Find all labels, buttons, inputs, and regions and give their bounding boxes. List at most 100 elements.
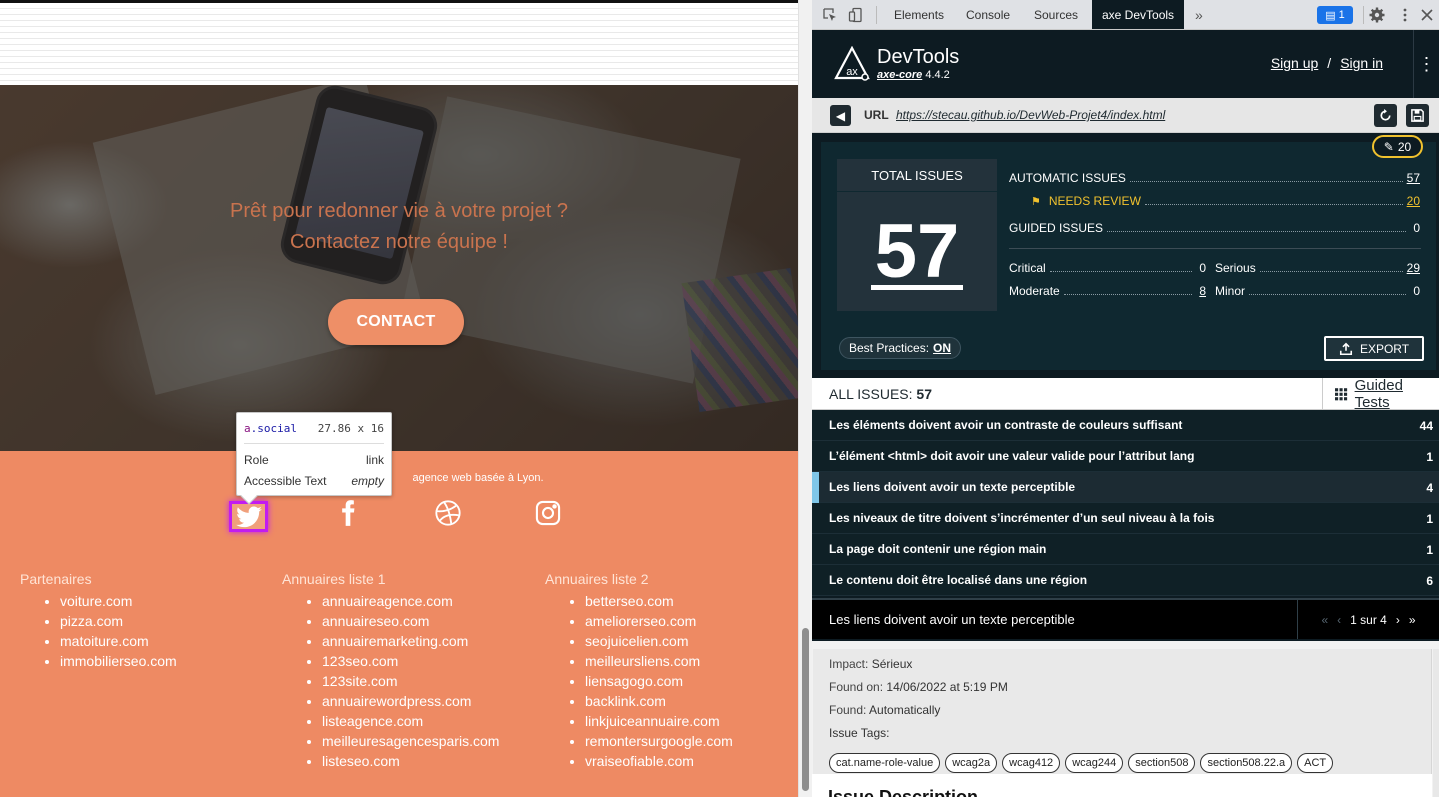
guided-tests-label: Guided Tests [1354, 377, 1403, 411]
contact-button[interactable]: CONTACT [328, 299, 464, 345]
footer-link[interactable]: 123seo.com [322, 651, 499, 671]
scrollbar-thumb[interactable] [802, 628, 809, 791]
footer-link[interactable]: listeagence.com [322, 711, 499, 731]
serious-count[interactable]: 29 [1407, 261, 1420, 275]
footer-link[interactable]: 123site.com [322, 671, 499, 691]
minor-count: 0 [1413, 284, 1420, 298]
issue-label: Le contenu doit être localisé dans une r… [829, 573, 1088, 587]
hero-tagline-line1: Prêt pour redonner vie à votre projet ? [230, 200, 568, 222]
page-header-area [0, 3, 798, 85]
footer-column-annuaires-2: Annuaires liste 2 betterseo.com ameliore… [545, 571, 733, 771]
needs-review-label: NEEDS REVIEW [1048, 194, 1141, 208]
issues-summary: ✎ 20 TOTAL ISSUES 57 AUTOMATIC ISSUES 57 ⚑… [821, 135, 1436, 370]
impact-label: Impact: [829, 657, 869, 671]
hero-overlay [0, 85, 798, 451]
rescan-icon[interactable] [1374, 104, 1397, 127]
axe-version: 4.4.2 [925, 69, 950, 81]
footer-link[interactable]: remontersurgoogle.com [585, 731, 733, 751]
needs-review-pill[interactable]: ✎ 20 [1372, 135, 1423, 158]
tab-sources[interactable]: Sources [1024, 0, 1088, 29]
needs-review-count[interactable]: 20 [1407, 194, 1420, 208]
footer-link[interactable]: annuaireseo.com [322, 611, 499, 631]
issue-label: Les éléments doivent avoir un contraste … [829, 418, 1183, 432]
footer-link[interactable]: meilleursliens.com [585, 651, 733, 671]
sign-in-link[interactable]: Sign in [1340, 55, 1383, 71]
issues-badge[interactable]: ▤ 1 [1317, 6, 1353, 24]
issue-label: La page doit contenir une région main [829, 542, 1047, 556]
leader-dots [1063, 286, 1192, 295]
footer-link[interactable]: immobilierseo.com [60, 651, 177, 671]
issue-tag: cat.name-role-value [829, 753, 941, 773]
tooltip-class: .social [250, 422, 297, 435]
twitter-icon[interactable] [229, 501, 268, 532]
footer-link[interactable]: linkjuiceannuaire.com [585, 711, 733, 731]
footer-link[interactable]: liensagogo.com [585, 671, 733, 691]
issue-row[interactable]: Les éléments doivent avoir un contraste … [812, 410, 1439, 441]
facebook-icon[interactable] [331, 497, 365, 529]
found-on-value: 14/06/2022 at 5:19 PM [886, 680, 1008, 694]
more-tabs-button[interactable]: » [1185, 0, 1213, 29]
page-scrollbar[interactable] [798, 0, 812, 797]
tab-axe-devtools[interactable]: axe DevTools [1092, 0, 1185, 29]
footer-link[interactable]: ameliorerseo.com [585, 611, 733, 631]
tooltip-text-value: empty [351, 474, 384, 488]
found-on-field: Found on: 14/06/2022 at 5:19 PM [829, 680, 1008, 694]
footer-link[interactable]: vraiseofiable.com [585, 751, 733, 771]
dribbble-icon[interactable] [431, 497, 465, 529]
footer-link[interactable]: meilleuresagencesparis.com [322, 731, 499, 751]
footer-column-title: Annuaires liste 2 [545, 571, 649, 587]
footer-link[interactable]: voiture.com [60, 591, 177, 611]
all-issues-title: ALL ISSUES: 57 [829, 386, 932, 402]
issue-row-selected[interactable]: Les liens doivent avoir un texte percept… [812, 472, 1439, 503]
leader-dots [1259, 263, 1403, 272]
serious-row: Serious 29 [1215, 261, 1420, 275]
footer-link[interactable]: annuairemarketing.com [322, 631, 499, 651]
total-issues-label: TOTAL ISSUES [837, 159, 997, 192]
footer-link[interactable]: backlink.com [585, 691, 733, 711]
next-page-icon[interactable]: › [1396, 613, 1400, 627]
guided-tests-button[interactable]: Guided Tests [1322, 377, 1439, 411]
axe-menu-icon[interactable]: ⋮ [1413, 30, 1439, 98]
inspect-element-icon[interactable] [822, 7, 838, 23]
footer-link[interactable]: seojuicelien.com [585, 631, 733, 651]
first-page-icon[interactable]: « [1321, 613, 1328, 627]
web-page: Prêt pour redonner vie à votre projet ? … [0, 0, 812, 797]
upload-icon [1339, 342, 1352, 355]
footer-link[interactable]: betterseo.com [585, 591, 733, 611]
issue-count: 1 [1426, 543, 1433, 557]
automatic-issues-count[interactable]: 57 [1407, 171, 1420, 185]
hero-tagline-line2: Contactez notre équipe ! [290, 231, 508, 253]
footer-link[interactable]: listeseo.com [322, 751, 499, 771]
sign-up-link[interactable]: Sign up [1271, 55, 1318, 71]
issue-row[interactable]: Le contenu doit être localisé dans une r… [812, 565, 1439, 596]
footer-link[interactable]: annuaireagence.com [322, 591, 499, 611]
found-value: Automatically [869, 703, 941, 717]
save-icon[interactable] [1406, 104, 1429, 127]
issue-row[interactable]: L’élément <html> doit avoir une valeur v… [812, 441, 1439, 472]
issue-label: L’élément <html> doit avoir une valeur v… [829, 449, 1195, 463]
kebab-menu-icon[interactable] [1397, 7, 1413, 23]
tab-elements[interactable]: Elements [884, 0, 954, 29]
details-scrollbar[interactable] [1433, 649, 1439, 797]
device-toolbar-icon[interactable] [848, 7, 864, 23]
footer-link[interactable]: matoiture.com [60, 631, 177, 651]
back-icon[interactable]: ◀ [830, 105, 851, 126]
instagram-icon[interactable] [531, 497, 565, 529]
all-issues-count: 57 [916, 386, 932, 402]
footer-link[interactable]: annuairewordpress.com [322, 691, 499, 711]
screen: { "page": { "hero": { "tagline_line1": "… [0, 0, 1439, 797]
url-link[interactable]: https://stecau.github.io/DevWeb-Projet4/… [896, 108, 1165, 122]
close-icon[interactable] [1419, 7, 1435, 23]
moderate-count[interactable]: 8 [1196, 284, 1206, 298]
gear-icon[interactable] [1369, 7, 1385, 23]
export-button[interactable]: EXPORT [1324, 336, 1424, 361]
issue-tag: ACT [1297, 753, 1334, 773]
issue-row[interactable]: La page doit contenir une région main 1 [812, 534, 1439, 565]
best-practices-toggle[interactable]: Best Practices: ON [839, 337, 962, 359]
prev-page-icon[interactable]: ‹ [1337, 613, 1341, 627]
axe-core-link[interactable]: axe-core [877, 69, 922, 81]
issue-row[interactable]: Les niveaux de titre doivent s’incrément… [812, 503, 1439, 534]
footer-link[interactable]: pizza.com [60, 611, 177, 631]
tab-console[interactable]: Console [956, 0, 1020, 29]
last-page-icon[interactable]: » [1409, 613, 1416, 627]
